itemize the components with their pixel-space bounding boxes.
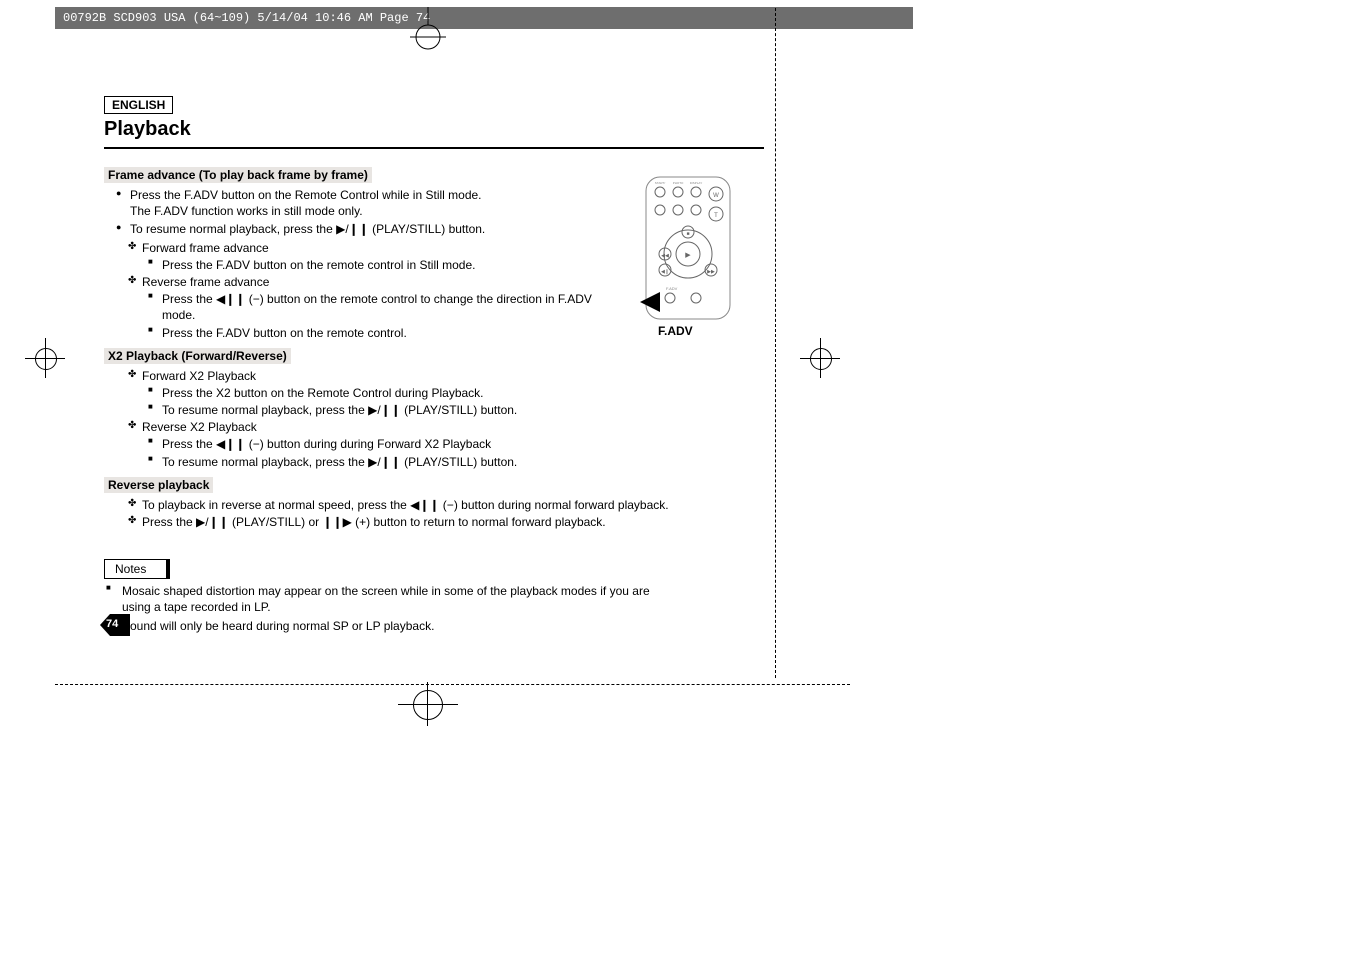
bullet-item: Press the X2 button on the Remote Contro… <box>162 385 604 401</box>
fadv-callout-label: F.ADV <box>658 324 693 338</box>
page-number: 74 <box>106 618 118 630</box>
title-rule <box>104 147 764 149</box>
svg-text:PHOTO: PHOTO <box>673 181 684 185</box>
notes-label-box: Notes <box>104 559 170 579</box>
bullet-item: Forward X2 Playback <box>142 368 604 384</box>
svg-text:▶: ▶ <box>685 252 691 259</box>
section-reverse-title: Reverse playback <box>104 477 213 493</box>
note-item: Mosaic shaped distortion may appear on t… <box>122 583 662 615</box>
note-item: Sound will only be heard during normal S… <box>122 618 662 634</box>
bullet-item: To resume normal playback, press the ▶/❙… <box>162 454 604 470</box>
bullet-item: Reverse frame advance <box>142 274 604 290</box>
svg-text:F.ADV: F.ADV <box>666 286 678 291</box>
bullet-item: Press the F.ADV button on the remote con… <box>162 257 604 273</box>
section-x2-title: X2 Playback (Forward/Reverse) <box>104 348 291 364</box>
svg-text:■: ■ <box>686 231 689 237</box>
bullet-item: Press the F.ADV button on the remote con… <box>162 325 604 341</box>
registration-mark-left <box>25 338 65 378</box>
bullet-item: To resume normal playback, press the ▶/❙… <box>162 402 604 418</box>
bullet-item: Forward frame advance <box>142 240 604 256</box>
bullet-item: Reverse X2 Playback <box>142 419 604 435</box>
bullet-item: Press the ◀❙❙ (−) button on the remote c… <box>162 291 604 323</box>
svg-text:◀❙: ◀❙ <box>661 269 669 275</box>
section-frame-advance-title: Frame advance (To play back frame by fra… <box>104 167 372 183</box>
bullet-item: To resume normal playback, press the ▶/❙… <box>130 221 604 237</box>
crop-mark-bottom <box>398 682 458 742</box>
registration-mark-right <box>800 338 840 378</box>
svg-text:DISPLAY: DISPLAY <box>690 181 702 185</box>
bullet-item: Press the ◀❙❙ (−) button during during F… <box>162 436 604 452</box>
header-text: 00792B SCD903 USA (64~109) 5/14/04 10:46… <box>63 11 430 25</box>
text: Press the F.ADV button on the Remote Con… <box>130 188 482 202</box>
svg-text:START/: START/ <box>655 181 666 185</box>
language-label: ENGLISH <box>104 96 173 114</box>
bullet-item: Press the F.ADV button on the Remote Con… <box>130 187 604 219</box>
svg-text:◀◀: ◀◀ <box>661 253 669 259</box>
svg-text:▶▶: ▶▶ <box>707 269 715 275</box>
text: The F.ADV function works in still mode o… <box>130 204 363 218</box>
print-header-strip: 00792B SCD903 USA (64~109) 5/14/04 10:46… <box>55 7 913 29</box>
bullet-item: To playback in reverse at normal speed, … <box>142 497 702 513</box>
bullet-item: Press the ▶/❙❙ (PLAY/STILL) or ❙❙▶ (+) b… <box>142 514 702 530</box>
crop-mark-top <box>408 7 448 55</box>
page-title: Playback <box>104 118 774 141</box>
remote-control-illustration: W T START/ PHOTO DISPLAY ▶ ■ ◀◀ ▶▶ ◀❙ F.… <box>638 174 738 342</box>
guide-vertical <box>775 8 776 678</box>
svg-text:W: W <box>713 193 719 199</box>
svg-text:T: T <box>714 213 718 219</box>
